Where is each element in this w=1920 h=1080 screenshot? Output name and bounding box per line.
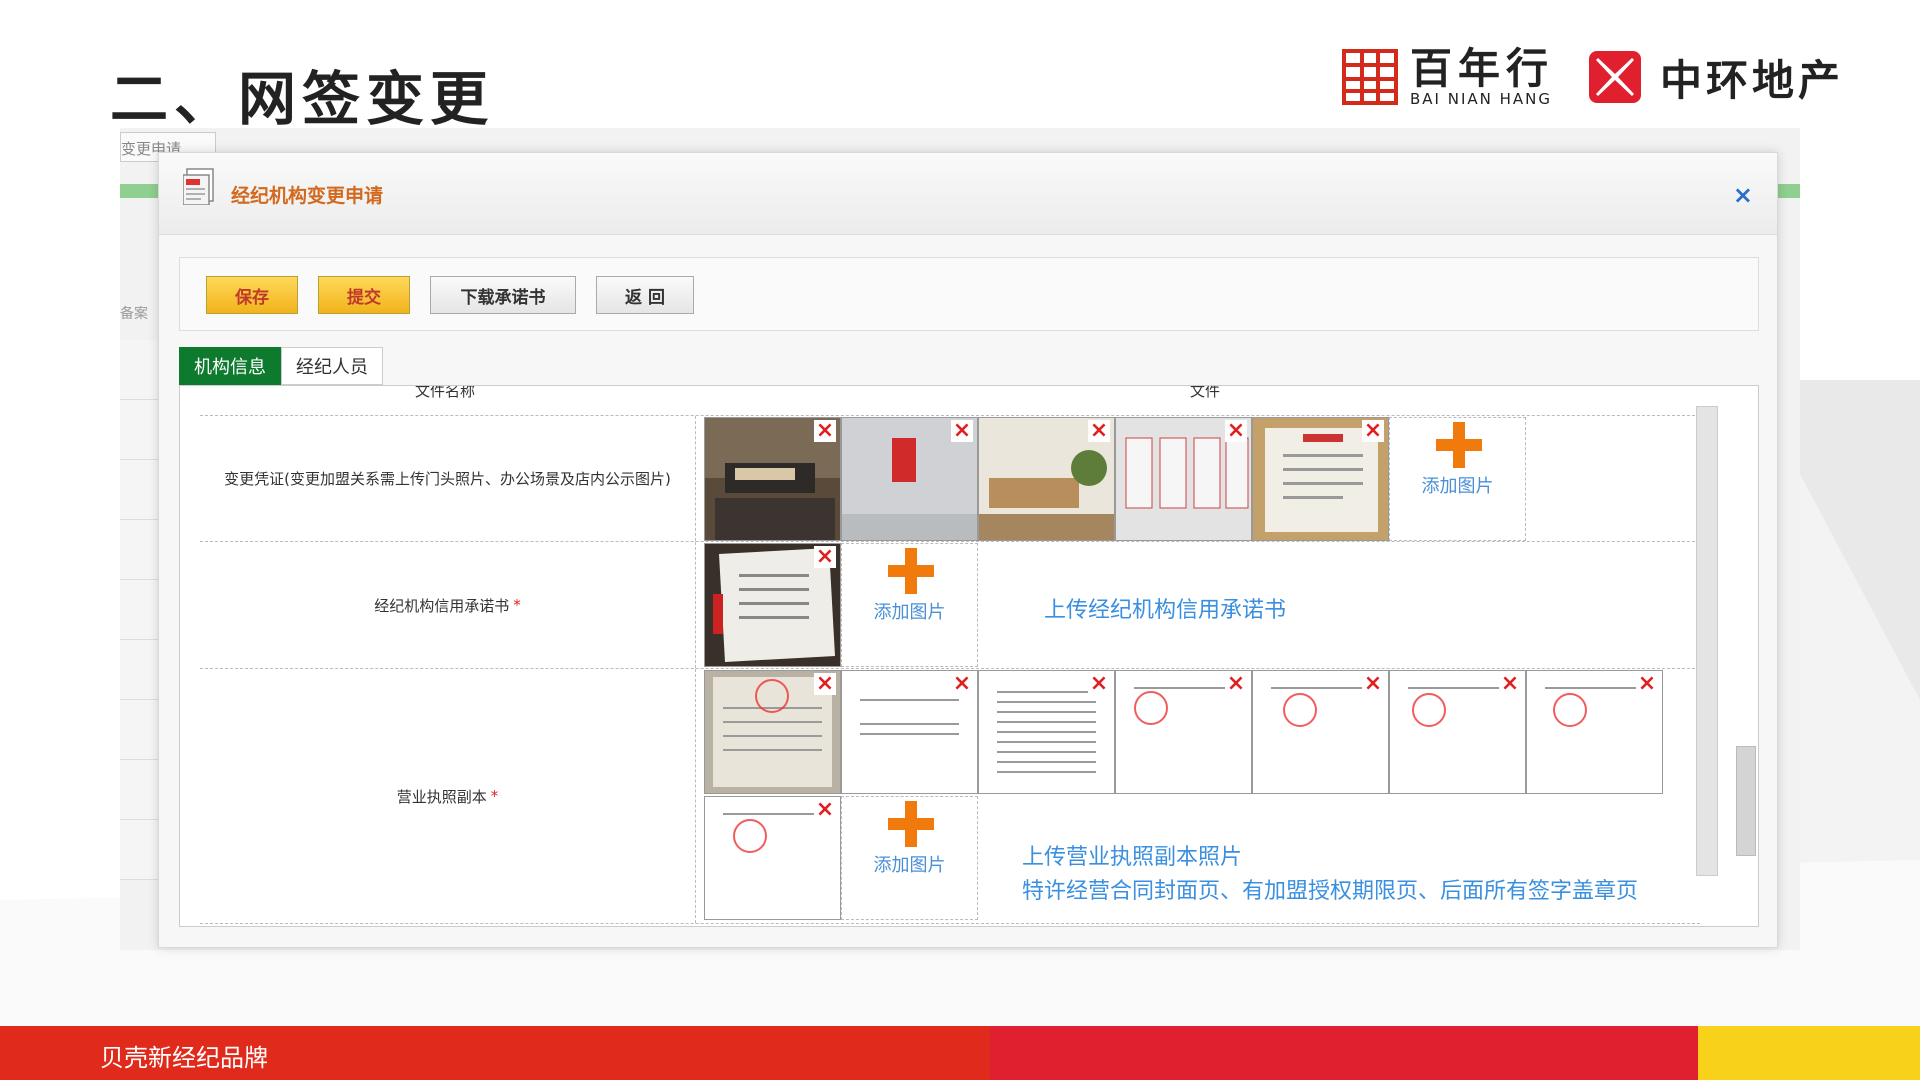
bainianhang-logo: 百年行 BAI NIAN HANG xyxy=(1342,44,1555,108)
table-row: 变更凭证(变更加盟关系需上传门头照片、办公场景及店内公示图片) × × × × … xyxy=(200,416,1700,542)
uploaded-image-thumbnail[interactable]: × xyxy=(1252,417,1389,541)
slide-title: 二、网签变更 xyxy=(110,65,495,133)
plus-icon xyxy=(888,801,934,847)
uploaded-image-thumbnail[interactable]: × xyxy=(704,543,841,667)
uploaded-image-thumbnail[interactable]: × xyxy=(704,417,841,541)
uploaded-image-thumbnail[interactable]: × xyxy=(841,670,978,794)
file-cell: × 添加图片 上传经纪机构信用承诺书 xyxy=(696,542,1700,668)
document-icon xyxy=(183,168,214,205)
uploaded-image-thumbnail[interactable]: × xyxy=(1389,670,1526,794)
file-cell: × × × × × 添加图片 xyxy=(696,416,1700,541)
zhonghuan-logo-icon xyxy=(1589,51,1641,103)
footer-text: 贝壳新经纪品牌 xyxy=(100,1044,268,1072)
plus-icon xyxy=(1436,422,1482,468)
delete-icon[interactable]: × xyxy=(1362,420,1384,442)
delete-icon[interactable]: × xyxy=(814,673,836,695)
row-label: 营业执照副本 * xyxy=(200,669,696,923)
row-label: 变更凭证(变更加盟关系需上传门头照片、办公场景及店内公示图片) xyxy=(200,416,696,541)
bainianhang-logo-cn: 百年行 xyxy=(1410,44,1555,93)
col-header-name: 文件名称 xyxy=(415,385,476,400)
add-image-label: 添加图片 xyxy=(1421,476,1494,497)
add-image-button[interactable]: 添加图片 xyxy=(841,543,978,667)
modal-title: 经纪机构变更申请 xyxy=(231,185,384,207)
save-button[interactable]: 保存 xyxy=(206,276,298,314)
back-button[interactable]: 返 回 xyxy=(596,276,694,314)
background-rows xyxy=(120,340,158,880)
toolbar: 保存 提交 下载承诺书 返 回 xyxy=(179,257,1759,331)
uploaded-image-thumbnail[interactable]: × xyxy=(704,796,841,920)
bainianhang-logo-en: BAI NIAN HANG xyxy=(1410,90,1553,108)
add-image-label: 添加图片 xyxy=(873,855,946,876)
required-mark: * xyxy=(513,596,521,614)
delete-icon[interactable]: × xyxy=(951,673,973,695)
delete-icon[interactable]: × xyxy=(1088,673,1110,695)
row-label: 经纪机构信用承诺书 * xyxy=(200,542,696,668)
stamp-mark xyxy=(733,819,767,853)
table-row: 经纪机构信用承诺书 * × 添加图片 上传经纪机构信用承诺书 xyxy=(200,542,1700,669)
add-image-button[interactable]: 添加图片 xyxy=(1389,417,1526,541)
file-cell: × × × × × × × × 添加图片 上传营业执照副本照片 特许经营合同封面… xyxy=(696,669,1700,923)
background-side-text: 备案 xyxy=(120,306,148,322)
uploaded-image-thumbnail[interactable]: × xyxy=(841,417,978,541)
delete-icon[interactable]: × xyxy=(1088,420,1110,442)
uploaded-image-thumbnail[interactable]: × xyxy=(1252,670,1389,794)
stamp-mark xyxy=(755,679,789,713)
submit-button[interactable]: 提交 xyxy=(318,276,410,314)
col-header-file: 文件 xyxy=(1190,385,1221,400)
delete-icon[interactable]: × xyxy=(1362,673,1384,695)
upload-hint: 上传经纪机构信用承诺书 xyxy=(1044,598,1287,623)
stamp-mark xyxy=(1553,693,1587,727)
uploaded-image-thumbnail[interactable]: × xyxy=(978,670,1115,794)
delete-icon[interactable]: × xyxy=(1636,673,1658,695)
upload-hint-detail: 特许经营合同封面页、有加盟授权期限页、后面所有签字盖章页 xyxy=(1022,879,1639,904)
modal-header: 经纪机构变更申请 × xyxy=(159,153,1777,235)
required-mark: * xyxy=(490,787,499,805)
uploaded-image-thumbnail[interactable]: × xyxy=(1115,670,1252,794)
delete-icon[interactable]: × xyxy=(1225,420,1247,442)
tab-agency-info[interactable]: 机构信息 xyxy=(179,347,281,385)
change-application-modal: 经纪机构变更申请 × 保存 提交 下载承诺书 返 回 机构信息 经纪人员 文件名… xyxy=(158,152,1778,948)
uploaded-image-thumbnail[interactable]: × xyxy=(1115,417,1252,541)
table-row: 营业执照副本 * × × × × × × × × 添加图片 上传营业执照副本照片… xyxy=(200,669,1700,924)
content-panel: 文件名称 文件 变更凭证(变更加盟关系需上传门头照片、办公场景及店内公示图片) … xyxy=(179,385,1759,927)
tab-agents[interactable]: 经纪人员 xyxy=(281,347,383,385)
stamp-mark xyxy=(1134,691,1168,725)
background-green-bar-right xyxy=(1776,184,1800,198)
background-green-bar-left xyxy=(120,184,158,198)
uploaded-image-thumbnail[interactable]: × xyxy=(1526,670,1663,794)
scrollbar-inner[interactable] xyxy=(1696,406,1718,876)
table-header: 文件名称 文件 xyxy=(200,386,1700,416)
close-icon[interactable]: × xyxy=(1733,181,1753,209)
stamp-mark xyxy=(1283,693,1317,727)
delete-icon[interactable]: × xyxy=(951,420,973,442)
uploaded-image-thumbnail[interactable]: × xyxy=(704,670,841,794)
bainianhang-logo-icon xyxy=(1342,49,1398,105)
add-image-button[interactable]: 添加图片 xyxy=(841,796,978,920)
upload-hint: 上传营业执照副本照片 xyxy=(1022,845,1243,870)
slide-footer: 贝壳新经纪品牌 xyxy=(0,1026,1920,1080)
plus-icon xyxy=(888,548,934,594)
delete-icon[interactable]: × xyxy=(814,420,836,442)
stamp-mark xyxy=(1412,693,1446,727)
delete-icon[interactable]: × xyxy=(814,799,836,821)
uploaded-image-thumbnail[interactable]: × xyxy=(978,417,1115,541)
scrollbar-outer-thumb[interactable] xyxy=(1736,746,1756,856)
zhonghuan-logo: 中环地产 xyxy=(1588,48,1844,106)
delete-icon[interactable]: × xyxy=(1225,673,1247,695)
delete-icon[interactable]: × xyxy=(1499,673,1521,695)
add-image-label: 添加图片 xyxy=(873,602,946,623)
delete-icon[interactable]: × xyxy=(814,546,836,568)
tab-bar: 机构信息 经纪人员 xyxy=(179,347,383,385)
download-commitment-button[interactable]: 下载承诺书 xyxy=(430,276,576,314)
zhonghuan-logo-cn: 中环地产 xyxy=(1660,55,1845,105)
